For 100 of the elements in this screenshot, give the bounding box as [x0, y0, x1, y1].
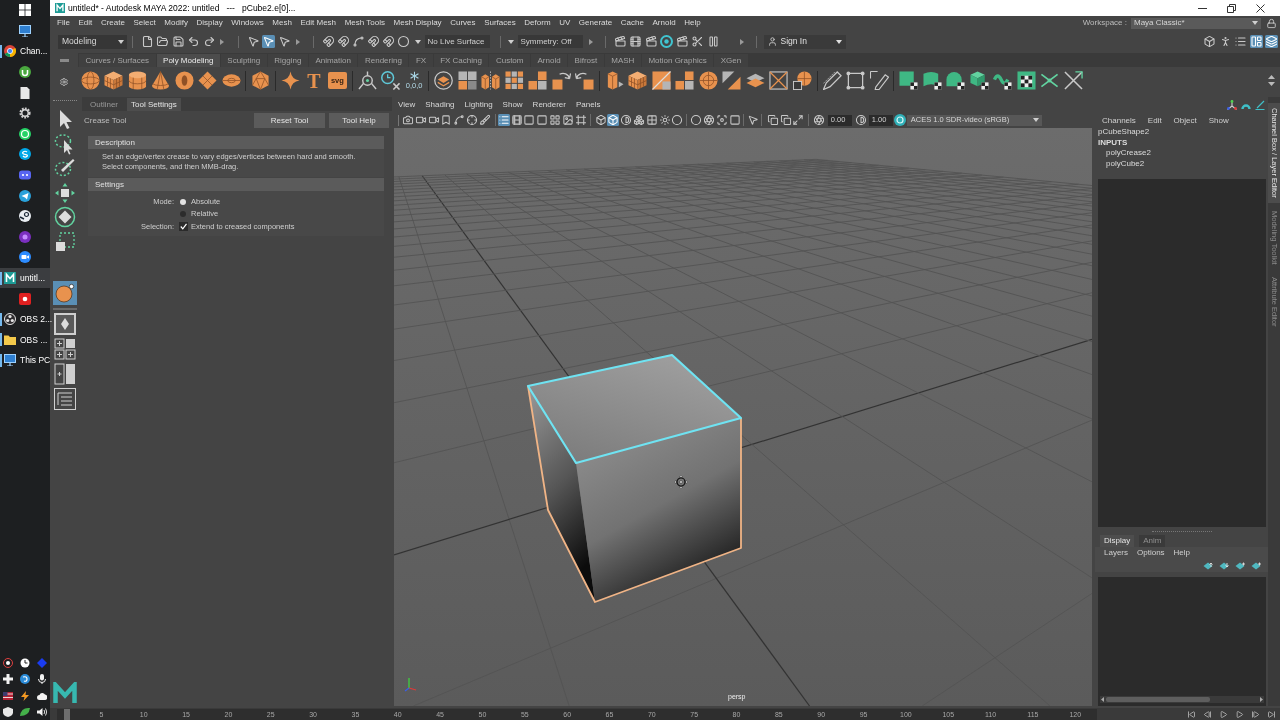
cycle-arrow-icon[interactable] — [551, 71, 571, 90]
magnet-icon[interactable] — [366, 35, 380, 48]
menu-item[interactable]: Help — [1173, 549, 1191, 557]
checker-icon[interactable] — [645, 114, 658, 126]
panel-tab[interactable]: Outliner — [86, 98, 122, 111]
wave-icon[interactable] — [993, 71, 1013, 90]
layer-arrow-up-icon[interactable] — [1203, 561, 1213, 570]
curve-icon[interactable] — [351, 35, 365, 48]
step-forward-icon[interactable] — [1251, 709, 1260, 719]
rotate-tool-icon[interactable] — [53, 205, 77, 230]
menu-item[interactable]: Create — [100, 19, 125, 27]
microphone-icon[interactable] — [36, 674, 47, 685]
grid-icon[interactable] — [548, 114, 561, 126]
type-tool-button[interactable]: T — [305, 70, 323, 91]
speaker-icon[interactable] — [36, 706, 47, 717]
cone-icon[interactable] — [151, 71, 170, 90]
stair-blocks-icon[interactable] — [675, 71, 695, 90]
menu-item[interactable]: Shading — [425, 100, 455, 109]
menu-item[interactable]: Surfaces — [484, 19, 516, 27]
close-icon[interactable] — [1256, 3, 1265, 13]
shelf-tab[interactable]: Sculpting — [220, 54, 267, 67]
brush-icon[interactable] — [478, 114, 491, 126]
app-logo-icon[interactable] — [19, 127, 31, 140]
panel-icon[interactable] — [1249, 35, 1263, 48]
new-layer-icon[interactable] — [1235, 561, 1245, 570]
scissors-icon[interactable] — [691, 35, 704, 48]
skip-forward-icon[interactable] — [1267, 709, 1276, 719]
menu-item[interactable]: Lighting — [464, 100, 493, 109]
menu-item[interactable]: Edit — [78, 19, 93, 27]
frame-icon[interactable] — [574, 114, 587, 126]
leaf-icon[interactable] — [20, 706, 30, 717]
paper-plane-icon[interactable] — [19, 189, 31, 202]
shelf-tab[interactable]: Animation — [308, 54, 358, 67]
clapperboard-icon[interactable] — [644, 35, 658, 48]
axes-icon[interactable] — [1227, 99, 1237, 110]
minimize-icon[interactable] — [1198, 7, 1207, 9]
scroll-left-icon[interactable] — [1101, 697, 1104, 702]
round-logo-icon[interactable] — [4, 45, 16, 58]
record-icon[interactable] — [19, 292, 31, 305]
checker-window-icon[interactable] — [1016, 71, 1036, 90]
stacked-plates-icon[interactable] — [745, 71, 765, 90]
bounding-frame-icon[interactable] — [846, 71, 866, 90]
shelf-tab[interactable]: XGen — [714, 54, 748, 67]
pointer-icon[interactable] — [262, 35, 275, 48]
circle-icon[interactable] — [396, 35, 410, 48]
save-icon[interactable] — [171, 35, 185, 48]
radio-button[interactable] — [180, 211, 186, 217]
layer-arrow-down-icon[interactable] — [1219, 561, 1229, 570]
monitor-icon[interactable] — [4, 354, 16, 367]
menu-item[interactable]: Mesh Display — [393, 19, 442, 27]
shelf-tab[interactable]: Rendering — [358, 54, 409, 67]
cross-arrows-icon[interactable] — [1040, 71, 1060, 90]
swirl-icon[interactable] — [20, 674, 30, 685]
section-header[interactable]: Settings — [88, 178, 384, 191]
stair-blocks-icon[interactable] — [528, 71, 548, 90]
menu-item[interactable]: Layers — [1104, 549, 1128, 557]
menu-item[interactable]: File — [57, 19, 70, 27]
target-sphere-icon[interactable] — [698, 71, 718, 90]
document-icon[interactable] — [19, 86, 31, 99]
menu-item[interactable]: Arnold — [652, 19, 676, 27]
shelf-tab[interactable]: Rigging — [267, 54, 308, 67]
maximize-icon[interactable] — [792, 114, 805, 126]
pointer-icon[interactable] — [246, 35, 260, 48]
menu-item[interactable]: Mesh — [272, 19, 292, 27]
menu-item[interactable]: Renderer — [532, 100, 566, 109]
circle-icon[interactable] — [671, 114, 684, 126]
pen-icon[interactable] — [822, 71, 842, 90]
checkbox[interactable] — [179, 222, 188, 231]
contrast-icon[interactable] — [620, 114, 633, 126]
folder-icon[interactable] — [156, 35, 169, 48]
lock-icon[interactable] — [1266, 17, 1277, 29]
taskbar-button[interactable]: untitl... — [0, 267, 50, 289]
sphere-grid-icon[interactable] — [792, 71, 812, 90]
layered-circle-icon[interactable] — [434, 71, 454, 90]
split-square-icon[interactable] — [651, 71, 671, 90]
panel-tab[interactable]: Display — [1100, 535, 1135, 547]
menu-item[interactable]: Select — [133, 19, 156, 27]
list-icon[interactable] — [497, 114, 510, 126]
blocks-icon[interactable] — [457, 71, 477, 90]
bar-icon[interactable] — [59, 59, 69, 62]
restore-icon[interactable] — [1227, 3, 1236, 13]
disc-icon[interactable] — [221, 71, 241, 90]
flag-icon[interactable] — [3, 690, 14, 701]
square-icon[interactable] — [536, 114, 549, 126]
pointer-icon[interactable] — [277, 35, 291, 48]
menu-item[interactable]: Deform — [524, 19, 551, 27]
curved-panel-icon[interactable] — [922, 71, 942, 90]
menu-item[interactable]: Generate — [578, 19, 613, 27]
menu-item[interactable]: Edit — [1147, 117, 1162, 125]
bookmark-icon[interactable] — [440, 114, 453, 126]
clock-icon[interactable] — [20, 658, 30, 669]
taskbar-button[interactable]: This PC — [0, 350, 50, 371]
cloud-icon[interactable] — [36, 690, 47, 701]
menu-item[interactable]: Object — [1173, 117, 1197, 125]
shelf-tab[interactable]: Curves / Surfaces — [79, 54, 156, 67]
menu-item[interactable]: Edit Mesh — [300, 19, 337, 27]
curve-icon[interactable] — [453, 114, 466, 126]
crosshair-icon[interactable] — [466, 114, 478, 126]
checker-cube-icon[interactable] — [969, 71, 989, 90]
shelf-tab[interactable]: Motion Graphics — [641, 54, 714, 67]
